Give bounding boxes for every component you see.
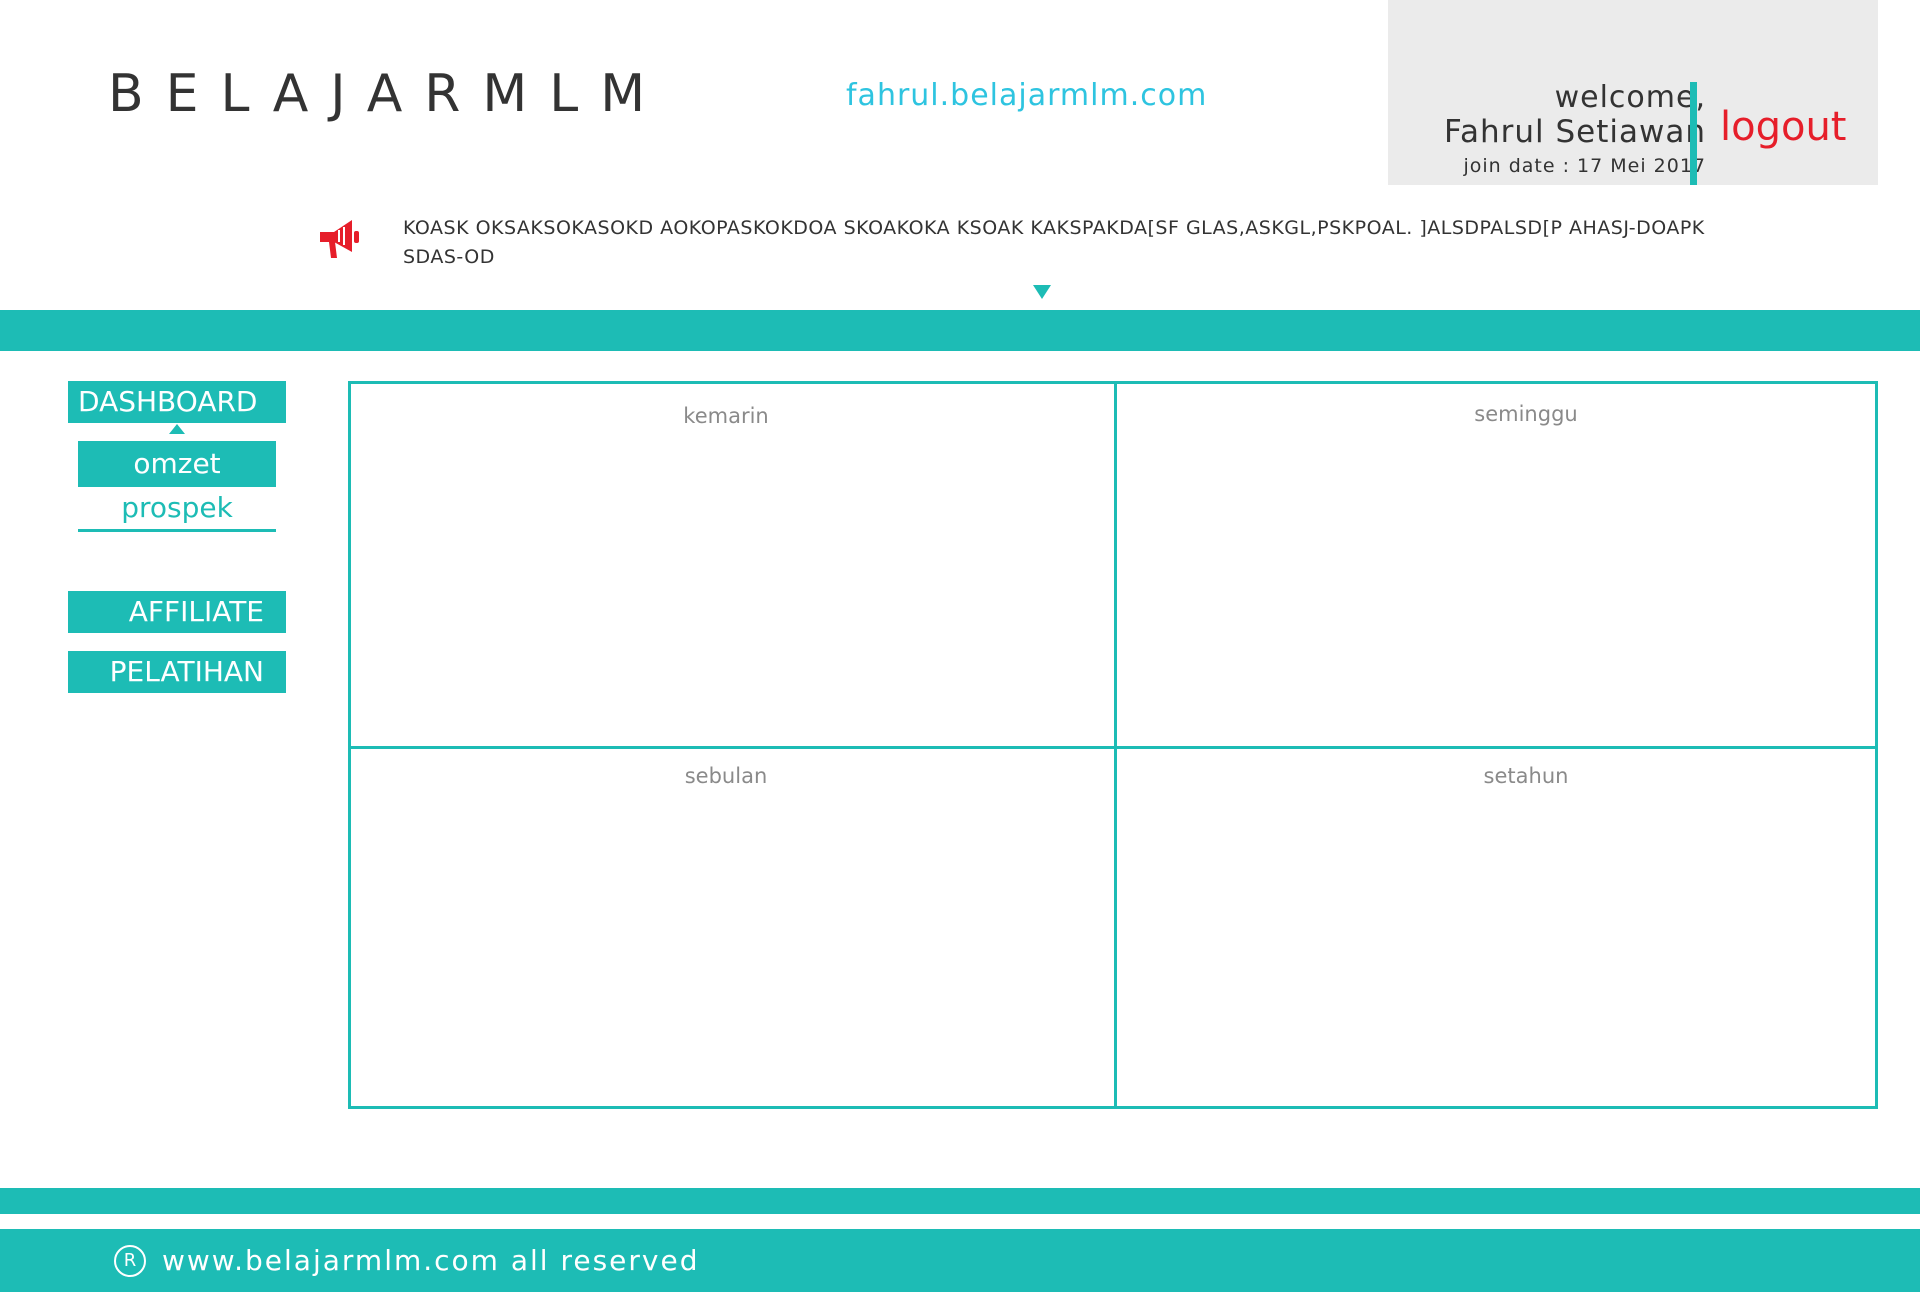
nav-pelatihan[interactable]: PELATIHAN (68, 651, 286, 693)
logout-button[interactable]: logout (1720, 104, 1846, 150)
megaphone-icon (320, 220, 359, 258)
nav-sub-prospek[interactable]: prospek (78, 488, 276, 532)
announcement-text: KOASK OKSAKSOKASOKD AOKOPASKOKDOA SKOAKO… (403, 217, 1705, 268)
grid-divider-vertical (1114, 384, 1117, 1106)
header-bar (0, 310, 1920, 351)
cell-label-seminggu: seminggu (1474, 402, 1578, 426)
footer-text: www.belajarmlm.com all reserved (162, 1244, 700, 1277)
cell-label-setahun: setahun (1483, 764, 1569, 788)
grid-divider-horizontal (351, 746, 1875, 749)
user-name: Fahrul Setiawan (1443, 114, 1706, 150)
join-date: join date : 17 Mei 2017 (1463, 155, 1706, 177)
site-url-link[interactable]: fahrul.belajarmlm.com (846, 78, 1207, 113)
expand-arrow-icon[interactable] (1032, 284, 1052, 300)
panel-divider (1690, 82, 1697, 185)
footer-divider-bar (0, 1188, 1920, 1214)
welcome-text: welcome, (1554, 80, 1706, 115)
site-logo[interactable]: BELAJARMLM (108, 64, 667, 124)
nav-dashboard[interactable]: DASHBOARD (68, 381, 286, 423)
page: BELAJARMLM fahrul.belajarmlm.com welcome… (0, 0, 1920, 1292)
nav-pointer-icon (169, 424, 185, 434)
registered-icon: R (114, 1245, 146, 1277)
nav-affiliate[interactable]: AFFILIATE (68, 591, 286, 633)
nav-sub-omzet[interactable]: omzet (78, 441, 276, 487)
cell-label-sebulan: sebulan (684, 764, 768, 788)
cell-label-kemarin: kemarin (683, 404, 769, 428)
stats-grid: kemarin seminggu sebulan setahun (348, 381, 1878, 1109)
